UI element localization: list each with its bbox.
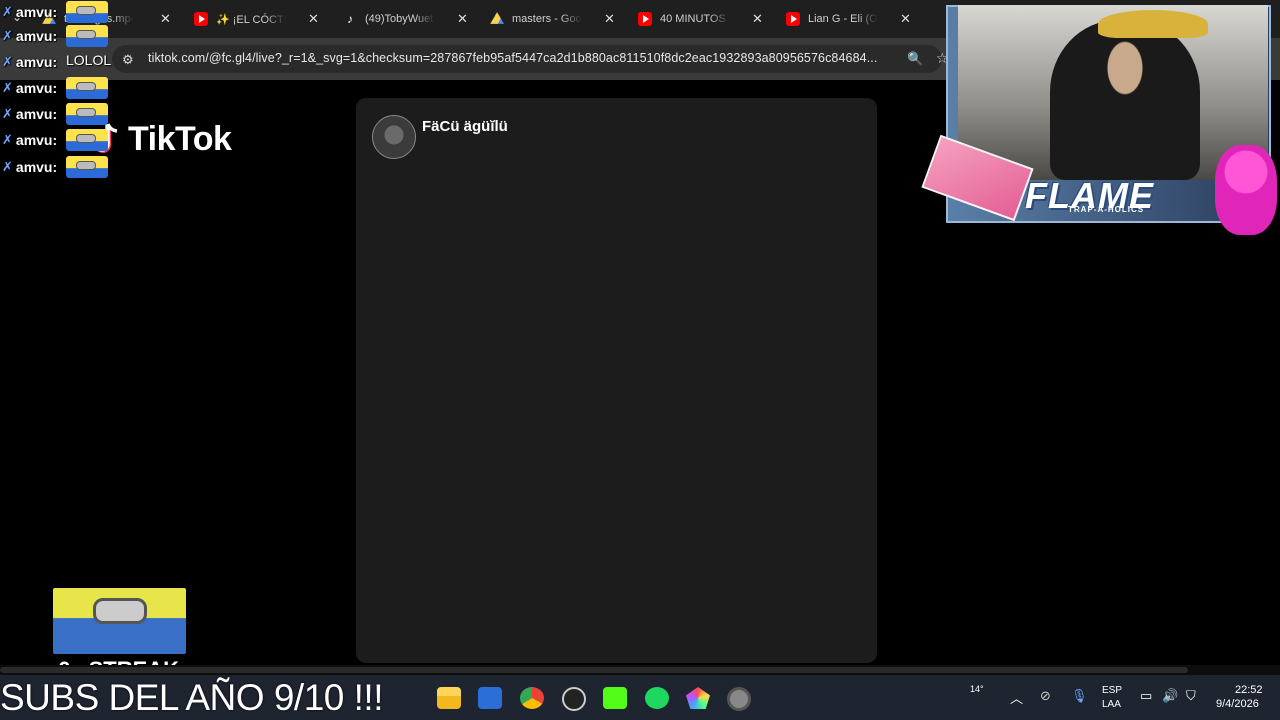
- minion-emote-icon: [66, 77, 108, 99]
- spotify-icon[interactable]: [645, 687, 669, 709]
- chat-row: ✗ amvu:: [2, 159, 58, 175]
- display-icon[interactable]: ▭: [1140, 688, 1152, 704]
- site-settings-icon[interactable]: ⚙: [122, 52, 134, 68]
- obs-icon[interactable]: [562, 687, 586, 711]
- chat-row: ✗ amvu:: [2, 106, 58, 122]
- file-explorer-icon[interactable]: [437, 687, 461, 709]
- youtube-icon: [786, 12, 800, 26]
- tab-6[interactable]: Lian G - Eli (Offi ✕: [786, 6, 921, 32]
- sword-icon: ✗: [2, 54, 13, 69]
- youtube-icon: [194, 12, 208, 26]
- minion-emote-icon: [66, 156, 108, 178]
- sword-icon: ✗: [2, 159, 13, 174]
- chrome-icon[interactable]: [520, 687, 544, 709]
- zoom-icon[interactable]: 🔍: [907, 51, 923, 67]
- close-tab-icon[interactable]: ✕: [308, 11, 319, 27]
- avatar[interactable]: [372, 115, 416, 159]
- sword-icon: ✗: [2, 28, 13, 43]
- tiktok-logo-text[interactable]: TikTok: [128, 120, 232, 159]
- tab-3[interactable]: ♪ (49)TobyWuet ( ✕: [343, 6, 478, 32]
- clock-time[interactable]: 22:52: [1235, 684, 1263, 696]
- subs-banner: SUBS DEL AÑO 9/10 !!!: [0, 677, 383, 718]
- close-tab-icon[interactable]: ✕: [752, 11, 763, 27]
- sword-icon: ✗: [2, 106, 13, 121]
- keyboard-layout[interactable]: LAA: [1102, 699, 1121, 710]
- chat-row: ✗ amvu:: [2, 54, 58, 70]
- streamer-image: [1050, 20, 1200, 180]
- tab-2[interactable]: ✨ ¡EL CÓCTEL ✕: [194, 6, 329, 32]
- minion-gif-icon: [53, 588, 186, 654]
- language-indicator[interactable]: ESP: [1102, 685, 1122, 696]
- close-tab-icon[interactable]: ✕: [900, 11, 911, 27]
- close-tab-icon[interactable]: ✕: [160, 11, 171, 27]
- minion-emote-icon: [66, 1, 108, 23]
- chat-message: LOLOL: [66, 52, 112, 68]
- url-text[interactable]: tiktok.com/@fc.gl4/live?_r=1&_svg=1&chec…: [148, 51, 877, 65]
- security-icon[interactable]: ⛉: [1186, 688, 1196, 704]
- close-tab-icon[interactable]: ✕: [604, 11, 615, 27]
- minion-emote-icon: [66, 103, 108, 125]
- chat-row: ✗ amvu:: [2, 28, 58, 44]
- chat-row: ✗ amvu:: [2, 4, 58, 20]
- microphone-icon[interactable]: 🎙: [1071, 688, 1088, 704]
- sword-icon: ✗: [2, 132, 13, 147]
- tab-4[interactable]: masters - Googl ✕: [490, 6, 625, 32]
- volume-icon[interactable]: 🔊: [1162, 688, 1178, 704]
- tiktok-icon: ♪: [347, 12, 353, 26]
- settings-icon[interactable]: [727, 687, 751, 711]
- sword-icon: ✗: [2, 80, 13, 95]
- kick-icon[interactable]: [603, 687, 627, 709]
- hat-image: [1098, 10, 1208, 38]
- flame-subtitle: TRAP-A-HOLICS: [1068, 205, 1145, 214]
- tab-5[interactable]: 40 MINUTOS de ✕: [638, 6, 773, 32]
- chat-row: ✗ amvu:: [2, 80, 58, 96]
- live-video-card[interactable]: [356, 98, 877, 663]
- drive-icon: [490, 12, 504, 24]
- minion-emote-icon: [66, 129, 108, 151]
- store-icon[interactable]: [478, 687, 502, 709]
- network-off-icon[interactable]: ⊘: [1040, 688, 1051, 704]
- weather-temp[interactable]: 14°: [970, 684, 984, 694]
- minion-emote-icon: [66, 25, 108, 47]
- chat-row: ✗ amvu:: [2, 132, 58, 148]
- youtube-icon: [638, 12, 652, 26]
- live-username[interactable]: FäCü ägüĭlü: [422, 118, 508, 135]
- sword-icon: ✗: [2, 4, 13, 19]
- scrollbar-thumb[interactable]: [0, 667, 1188, 673]
- tab-1[interactable]: temaagus.mp4 - ✕: [42, 6, 177, 32]
- close-tab-icon[interactable]: ✕: [457, 11, 468, 27]
- chevron-up-icon[interactable]: ︿: [1010, 688, 1023, 707]
- clock-date[interactable]: 9/4/2026: [1216, 698, 1259, 710]
